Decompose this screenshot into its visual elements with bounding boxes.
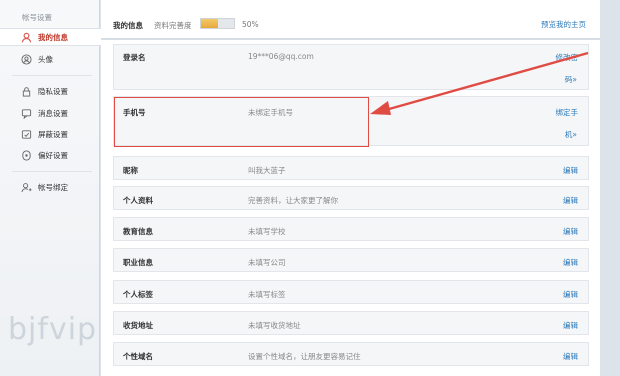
sidebar-title: 帐号设置 [22,13,52,22]
edit-link[interactable]: 编辑 [563,351,578,362]
block-icon [21,129,32,140]
row-label: 职业信息 [123,258,153,267]
edit-link[interactable]: 编辑 [563,320,578,331]
header: 我的信息 资料完善度 50% 预览我的主页 [101,0,600,40]
sidebar-item-label: 我的信息 [38,32,68,42]
edit-link[interactable]: 编辑 [563,165,578,176]
completion-label: 资料完善度 [154,21,192,30]
sidebar-item-block[interactable]: 屏蔽设置 [0,125,100,143]
info-row-address: 收货地址 未填写收货地址 编辑 [113,311,589,335]
sidebar-item-privacy[interactable]: 隐私设置 [0,82,100,100]
page-title: 我的信息 [113,21,143,30]
sidebar-item-my-info[interactable]: 我的信息 [0,28,101,46]
edit-link[interactable]: 编辑 [563,226,578,237]
lock-icon [21,86,32,97]
bind-icon [21,182,32,193]
sidebar-item-label: 帐号绑定 [38,182,68,192]
message-icon [21,108,32,119]
user-icon [21,32,32,43]
watermark: bjfvip [8,312,98,347]
sidebar-item-label: 头像 [38,54,53,64]
info-row-nickname: 昵称 叫我大蓝子 编辑 [113,156,589,180]
info-row-tags: 个人标签 未填写标签 编辑 [113,280,589,304]
divider [12,171,92,172]
avatar-icon [21,53,32,65]
row-label: 个人标签 [123,290,153,299]
row-value: 未填写学校 [248,227,286,236]
row-label: 登录名 [123,53,146,62]
edit-link[interactable]: 编辑 [563,289,578,300]
sidebar-item-label: 屏蔽设置 [38,129,68,139]
bind-phone-link-cont[interactable]: 机» [565,129,577,140]
row-value: 未填写标签 [248,290,286,299]
completion-progress-fill [201,19,218,28]
sidebar-item-bind[interactable]: 帐号绑定 [0,178,100,196]
row-value: 未填写公司 [248,258,286,267]
info-row-profile: 个人资料 完善资料，让大家更了解你 编辑 [113,186,589,210]
highlight-box [114,97,369,147]
row-value: 19***06@qq.com [248,52,314,61]
divider [12,75,92,76]
sidebar: 帐号设置 我的信息 头像 隐私设置 消息设置 屏蔽设置 偏好设置 帐号绑定 bj… [0,0,101,376]
row-label: 昵称 [123,166,138,175]
row-value: 未填写收货地址 [248,321,301,330]
row-value: 完善资料，让大家更了解你 [248,196,338,205]
row-label: 个性域名 [123,352,153,361]
sidebar-item-label: 消息设置 [38,108,68,118]
completion-percent: 50% [242,20,259,29]
sidebar-item-messages[interactable]: 消息设置 [0,104,100,122]
preview-homepage-link[interactable]: 预览我的主页 [541,19,586,30]
row-value: 叫我大蓝子 [248,166,286,175]
preference-icon [21,149,32,161]
edit-link[interactable]: 编辑 [563,195,578,206]
info-row-education: 教育信息 未填写学校 编辑 [113,217,589,241]
row-label: 收货地址 [123,321,153,330]
sidebar-item-preferences[interactable]: 偏好设置 [0,146,100,164]
row-value: 设置个性域名，让朋友更容易记住 [248,352,361,361]
completion-progress-bar [200,18,235,29]
row-label: 个人资料 [123,196,153,205]
annotation-arrow-icon [370,51,589,115]
info-row-domain: 个性域名 设置个性域名，让朋友更容易记住 编辑 [113,342,589,366]
info-row-career: 职业信息 未填写公司 编辑 [113,248,589,272]
edit-link[interactable]: 编辑 [563,257,578,268]
sidebar-item-label: 偏好设置 [38,150,68,160]
sidebar-item-label: 隐私设置 [38,86,68,96]
sidebar-item-avatar[interactable]: 头像 [0,50,100,68]
row-label: 教育信息 [123,227,153,236]
